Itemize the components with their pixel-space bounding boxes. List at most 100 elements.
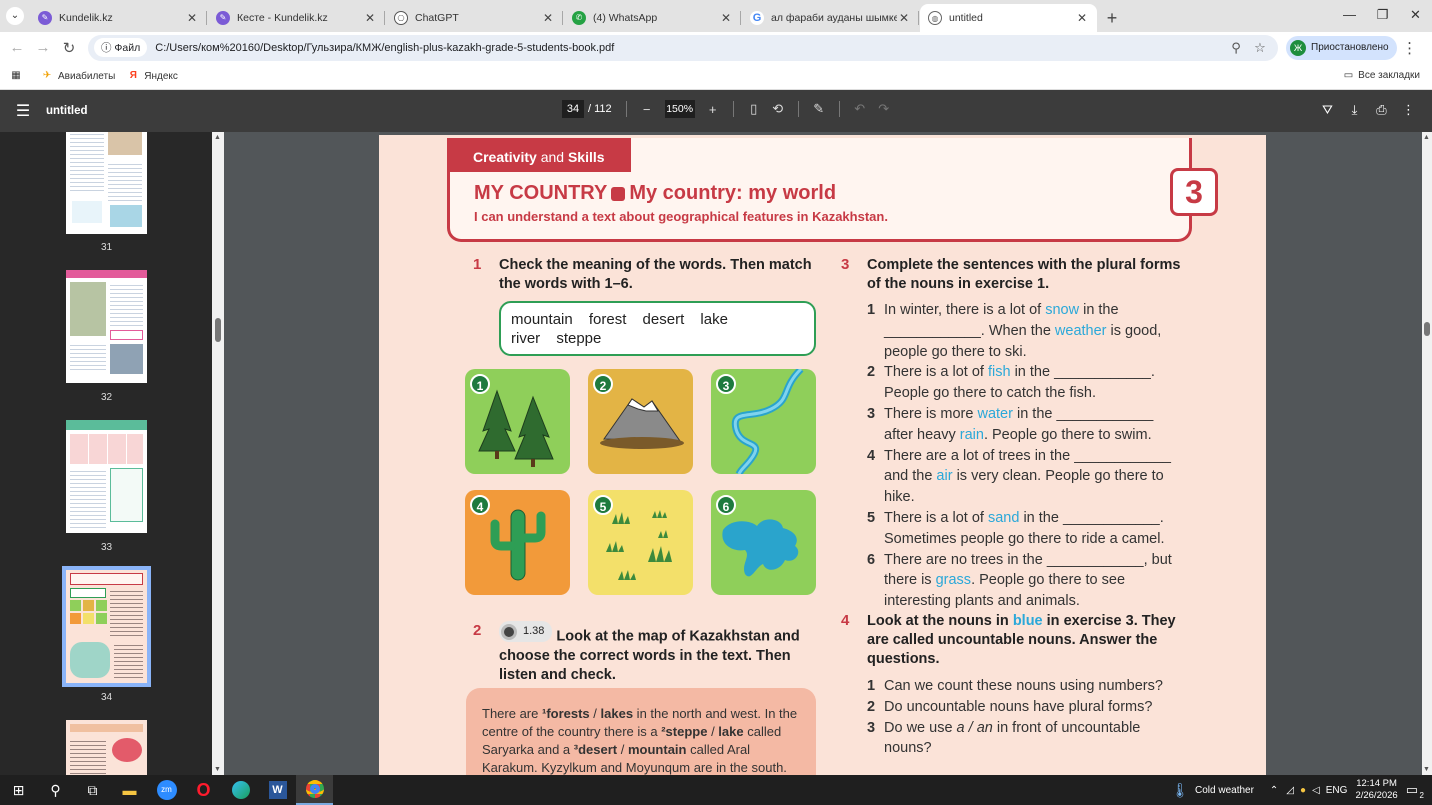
close-tab-icon[interactable]: ✕	[541, 11, 555, 25]
zoom-app-button[interactable]: zm	[148, 775, 185, 805]
thumbnail-page-31[interactable]: SPORTS	[66, 132, 147, 234]
kundelik-icon: ✎	[216, 11, 230, 25]
weather-label[interactable]: Cold weather	[1195, 785, 1254, 796]
italic-article: a / an	[956, 719, 993, 736]
picture-number: 6	[716, 495, 736, 515]
page-number-input[interactable]: 34	[562, 100, 584, 118]
browser-tab-3[interactable]: ⎔ ChatGPT ✕	[386, 4, 563, 32]
chrome-icon	[305, 780, 324, 798]
task-view-icon: ⧉	[87, 781, 98, 798]
browser-tab-5[interactable]: G ал фараби ауданы шымкент - ✕	[742, 4, 919, 32]
scroll-down-icon[interactable]: ▼	[214, 766, 221, 773]
file-explorer-button[interactable]: ▬	[111, 775, 148, 805]
fit-page-icon[interactable]: ▯	[742, 101, 766, 117]
start-button[interactable]: ⊞	[0, 775, 37, 805]
text-run: There is a lot of	[884, 509, 988, 526]
rotate-icon[interactable]: ⟲	[766, 101, 790, 117]
blue-noun: fish	[987, 364, 1011, 381]
notifications-icon[interactable]: ▭ 2	[1406, 782, 1424, 800]
sidebar-toggle-icon[interactable]: ☰	[0, 101, 46, 121]
word-button[interactable]: W	[259, 775, 296, 805]
chevron-up-icon[interactable]: ⌃	[1270, 785, 1278, 796]
section-tab: Creativity and Skills	[447, 138, 631, 172]
annotate-icon[interactable]: ✎	[807, 101, 831, 117]
close-tab-icon[interactable]: ✕	[1075, 11, 1089, 25]
bookmark-label: Авиабилеты	[58, 70, 116, 82]
reload-button[interactable]: ↻	[56, 39, 82, 57]
norton-icon[interactable]: ●	[1300, 785, 1306, 796]
opera-button[interactable]: O	[185, 775, 222, 805]
thermometer-icon[interactable]: 🌡	[1171, 782, 1189, 799]
zoom-in-button[interactable]: +	[701, 102, 725, 117]
thumbnail-page-32[interactable]	[66, 270, 147, 383]
all-bookmarks-button[interactable]: ▭ Все закладки	[1344, 70, 1420, 81]
thumbnail-number: 34	[100, 692, 113, 703]
plane-icon: ✈	[42, 70, 52, 81]
browser-tab-1[interactable]: ✎ Kundelik.kz ✕	[30, 4, 207, 32]
scroll-down-icon[interactable]: ▼	[1423, 766, 1430, 773]
bookmark-star-icon[interactable]: ☆	[1248, 40, 1272, 56]
choice-word: ²steppe	[661, 724, 708, 739]
blue-noun: grass	[935, 572, 972, 589]
search-icon: ⚲	[50, 781, 61, 798]
redo-icon[interactable]: ↷	[872, 101, 896, 117]
close-tab-icon[interactable]: ✕	[185, 11, 199, 25]
scroll-up-icon[interactable]: ▲	[214, 134, 221, 141]
minimize-button[interactable]: —	[1333, 0, 1366, 32]
zoom-input[interactable]: 150%	[664, 100, 695, 118]
close-tab-icon[interactable]: ✕	[719, 11, 733, 25]
thumbnail-page-35[interactable]	[66, 720, 147, 775]
bookmark-aviabilety[interactable]: ✈ Авиабилеты	[41, 70, 115, 82]
exercise-1-heading: Check the meaning of the words. Then mat…	[499, 257, 812, 292]
browser-tab-4[interactable]: ✆ (4) WhatsApp ✕	[564, 4, 741, 32]
zoom-out-button[interactable]: −	[635, 102, 659, 117]
thumbnail-page-33[interactable]	[66, 420, 147, 533]
sidebar-scrollbar[interactable]: ▲ ▼	[212, 132, 224, 775]
speaker-icon[interactable]: ◁	[1312, 785, 1320, 796]
list-item: 3 Do we use a / an in front of uncountabl…	[867, 718, 1177, 760]
close-tab-icon[interactable]: ✕	[897, 11, 911, 25]
search-button[interactable]: ⚲	[37, 775, 74, 805]
undo-icon[interactable]: ↶	[848, 101, 872, 117]
site-info-chip[interactable]: ⓘ Файл	[94, 38, 148, 57]
thumbnail-page-34[interactable]	[62, 566, 151, 687]
task-view-button[interactable]: ⧉	[74, 775, 111, 805]
profile-button[interactable]: Ж Приостановлено	[1286, 35, 1397, 60]
pdf-viewer[interactable]: Creativity and Skills MY COUNTRY My count…	[224, 132, 1422, 775]
pdf-title: untitled	[46, 105, 88, 117]
audio-track-button[interactable]: 1.38	[499, 621, 553, 642]
browser-tab-2[interactable]: ✎ Кесте - Kundelik.kz ✕	[208, 4, 385, 32]
tab-title: Kundelik.kz	[59, 12, 113, 24]
edge-button[interactable]	[222, 775, 259, 805]
restore-button[interactable]: ❐	[1366, 0, 1399, 32]
language-indicator[interactable]: ENG	[1326, 785, 1348, 796]
omnibox[interactable]: ⓘ Файл C:/Users/ком%20160/Desktop/Гульзи…	[88, 34, 1278, 61]
viewer-scroll-thumb[interactable]	[1424, 322, 1430, 336]
drive-save-icon[interactable]: ⛛	[1314, 102, 1341, 118]
forward-button[interactable]: →	[30, 39, 56, 56]
url-text[interactable]: C:/Users/ком%20160/Desktop/Гульзира/КМЖ/…	[155, 42, 1224, 54]
question-text: Do we use	[884, 719, 957, 736]
sidebar-scroll-thumb[interactable]	[215, 318, 221, 342]
viewer-scrollbar[interactable]: ▲ ▼	[1422, 132, 1432, 775]
network-icon[interactable]: ◿	[1286, 785, 1294, 796]
apps-button[interactable]: ▦	[10, 70, 27, 82]
clock[interactable]: 12:14 PM 2/26/2026	[1355, 778, 1397, 802]
pdf-toolbar: ☰ untitled 34 / 112 − 150% + ▯ ⟲ ✎ ↶ ↷ ⛛…	[0, 90, 1432, 132]
download-icon[interactable]: ⤓	[1341, 102, 1368, 118]
zoom-icon[interactable]: ⚲	[1224, 40, 1248, 56]
close-tab-icon[interactable]: ✕	[363, 11, 377, 25]
picture-number: 1	[470, 374, 490, 394]
back-button[interactable]: ←	[4, 39, 30, 56]
tab-search-button[interactable]: ⌄	[0, 0, 30, 32]
print-icon[interactable]: ⎙	[1368, 102, 1395, 118]
chrome-button[interactable]	[296, 775, 333, 805]
scroll-up-icon[interactable]: ▲	[1423, 134, 1430, 141]
bookmark-yandex[interactable]: Я Яндекс	[127, 70, 178, 82]
notification-count: 2	[1419, 791, 1424, 800]
close-window-button[interactable]: ✕	[1399, 0, 1432, 32]
more-options-icon[interactable]: ⋮	[1395, 102, 1422, 118]
browser-tab-6[interactable]: ◍ untitled ✕	[920, 4, 1097, 32]
new-tab-button[interactable]: +	[1098, 4, 1126, 32]
browser-menu-icon[interactable]: ⋮	[1397, 39, 1423, 57]
